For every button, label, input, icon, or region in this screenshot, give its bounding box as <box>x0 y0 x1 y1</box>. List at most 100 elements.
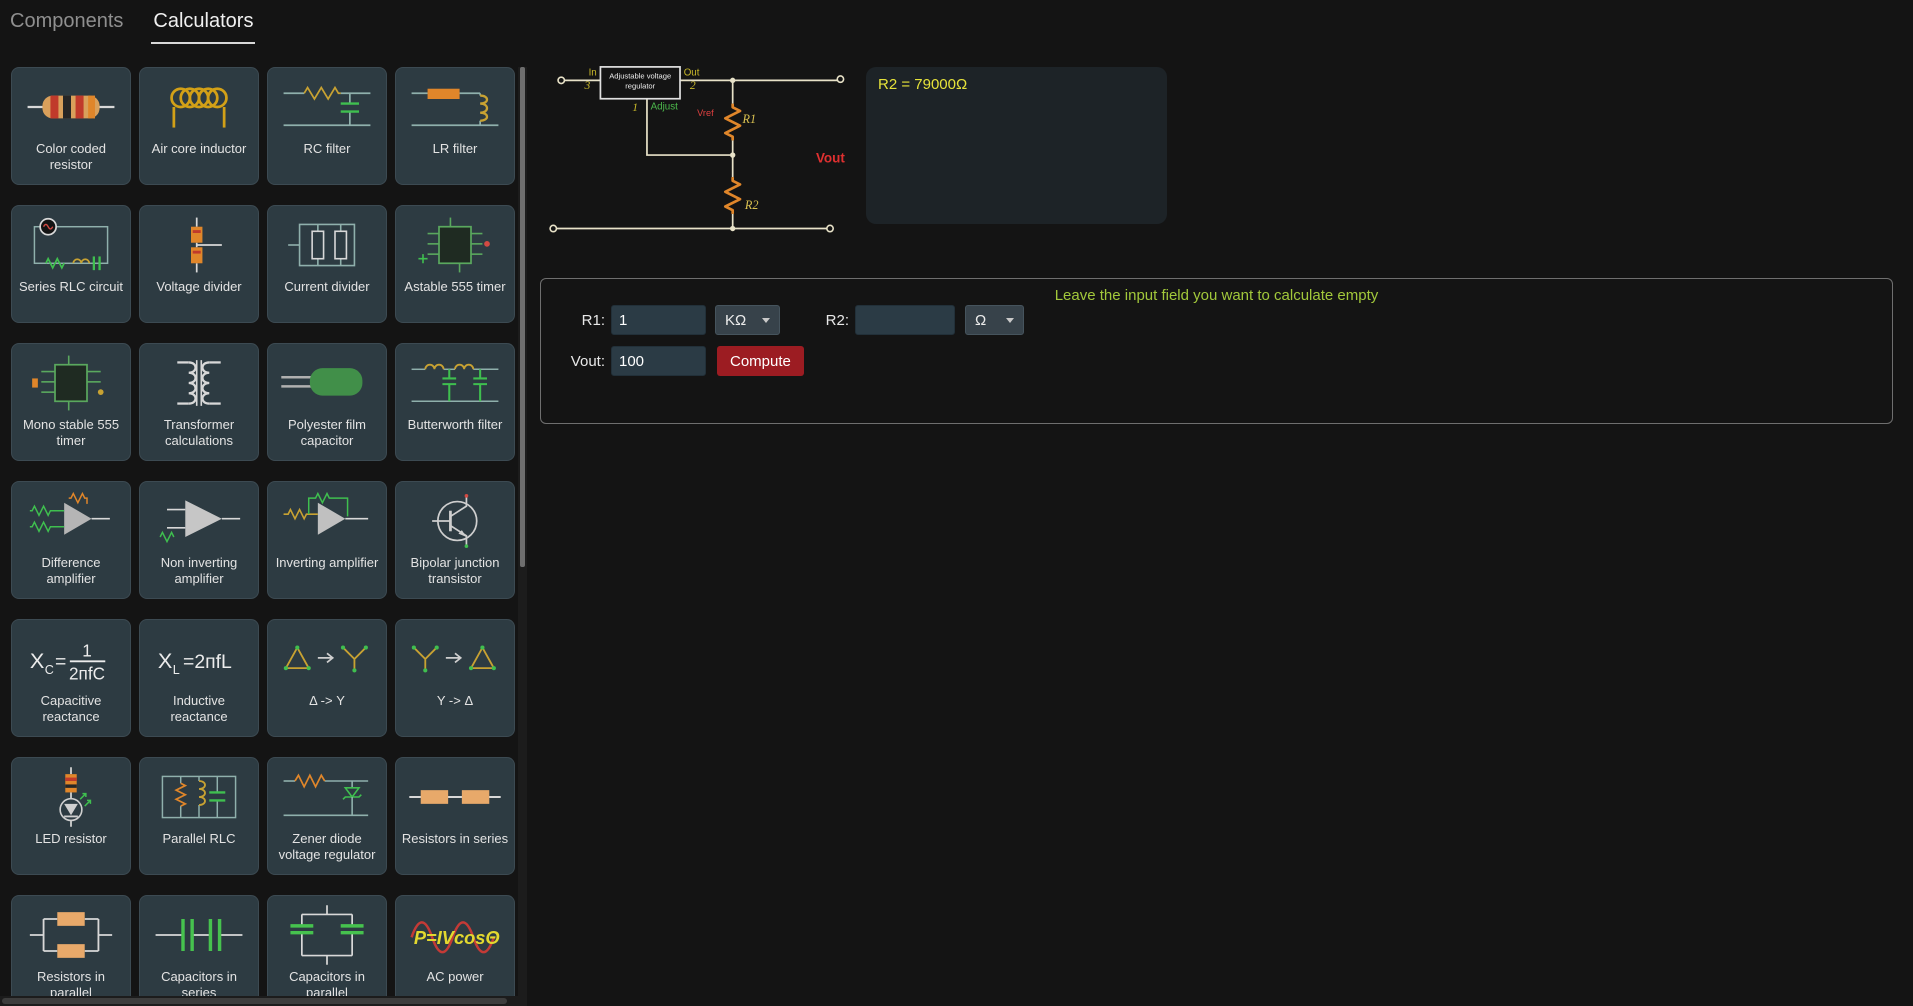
sidebar-vertical-scrollbar[interactable] <box>518 67 527 1006</box>
calculator-card-label: Voltage divider <box>156 279 242 294</box>
vertical-scrollbar-thumb[interactable] <box>520 67 525 567</box>
calculator-card[interactable]: Transformer calculations <box>139 343 259 461</box>
app: { "colors": { "background": "#141414", "… <box>0 0 1913 1006</box>
r2-diagram-label: R2 <box>744 198 759 212</box>
parallel-rlc-icon <box>149 765 249 829</box>
calculator-card[interactable]: Color coded resistor <box>11 67 131 185</box>
series-rlc-circuit-icon <box>21 213 121 277</box>
calculator-card[interactable]: Capacitors in series <box>139 895 259 1006</box>
calculator-card-label: RC filter <box>303 141 351 156</box>
r2-label: R2: <box>825 311 849 329</box>
pin-adjust-label: Adjust <box>651 102 678 113</box>
calculator-card[interactable]: P=IVcosΘ AC power <box>395 895 515 1006</box>
calculator-card-label: Parallel RLC <box>162 831 236 846</box>
wires <box>556 79 838 230</box>
svg-text:1: 1 <box>82 641 92 661</box>
capacitors-in-series-icon <box>149 903 249 967</box>
calculator-card[interactable]: Capacitors in parallel <box>267 895 387 1006</box>
junction-dot <box>729 77 736 84</box>
y-to-delta-icon <box>405 627 505 691</box>
calculator-card-label: Butterworth filter <box>407 417 503 432</box>
transformer-calculations-icon <box>149 351 249 415</box>
zener-diode-voltage-regulator-icon <box>277 765 377 829</box>
r2-input[interactable] <box>855 305 955 335</box>
r2-unit-select[interactable]: Ω <box>965 305 1024 335</box>
resistors-in-parallel-icon <box>21 903 121 967</box>
tab-bar: Components Calculators <box>8 10 256 44</box>
calculator-card-label: Mono stable 555 timer <box>22 417 120 448</box>
calculator-card[interactable]: Astable 555 timer <box>395 205 515 323</box>
capacitive-reactance-formula-icon: X C = 1 2пfC <box>21 627 121 691</box>
calculator-card-label: Current divider <box>284 279 370 294</box>
butterworth-filter-icon <box>405 351 505 415</box>
terminal-out-bottom <box>826 224 834 233</box>
calculator-card-label: LR filter <box>432 141 478 156</box>
calculator-card[interactable]: Polyester film capacitor <box>267 343 387 461</box>
result-output-box: R2 = 79000Ω <box>866 67 1167 224</box>
bipolar-junction-transistor-icon <box>405 489 505 553</box>
delta-to-y-icon <box>277 627 377 691</box>
calculator-card[interactable]: Y -> Δ <box>395 619 515 737</box>
svg-text:=2пfL: =2пfL <box>183 651 232 673</box>
vout-field-label: Vout: <box>570 352 605 370</box>
junction-dot <box>729 152 736 158</box>
calculator-card[interactable]: Resistors in series <box>395 757 515 875</box>
calculator-card[interactable]: Non inverting amplifier <box>139 481 259 599</box>
regulator-box-label-line2: regulator <box>625 81 655 90</box>
capacitors-in-parallel-icon <box>277 903 377 967</box>
calculator-card[interactable]: RC filter <box>267 67 387 185</box>
calculator-card-label: Air core inductor <box>151 141 247 156</box>
calculator-card[interactable]: X L =2пfL Inductive reactance <box>139 619 259 737</box>
vout-input[interactable] <box>611 346 706 376</box>
calculator-grid: Color coded resistor Air core inductor RC … <box>11 67 515 1006</box>
calculator-card-label: Capacitive reactance <box>40 693 102 724</box>
regulator-box-label-line1: Adjustable voltage <box>609 72 671 81</box>
calculator-card-label: Δ -> Y <box>309 693 345 708</box>
calculator-card[interactable]: Butterworth filter <box>395 343 515 461</box>
calculator-card[interactable]: Series RLC circuit <box>11 205 131 323</box>
mono-stable-555-timer-icon <box>21 351 121 415</box>
pin-out-label: Out <box>684 67 700 78</box>
r2-unit-label: Ω <box>975 311 987 329</box>
astable-555-timer-icon <box>405 213 505 277</box>
horizontal-scrollbar-thumb[interactable] <box>2 998 507 1004</box>
r1-diagram-label: R1 <box>741 112 756 126</box>
calculator-card[interactable]: Resistors in parallel <box>11 895 131 1006</box>
calculator-card[interactable]: Δ -> Y <box>267 619 387 737</box>
calculator-card-label: Astable 555 timer <box>404 279 506 294</box>
calculator-card[interactable]: Inverting amplifier <box>267 481 387 599</box>
sidebar-horizontal-scrollbar[interactable] <box>0 996 518 1006</box>
non-inverting-amplifier-icon <box>149 489 249 553</box>
calculator-card[interactable]: Mono stable 555 timer <box>11 343 131 461</box>
calculator-card[interactable]: Voltage divider <box>139 205 259 323</box>
calculator-card[interactable]: Difference amplifier <box>11 481 131 599</box>
calculator-card[interactable]: Zener diode voltage regulator <box>267 757 387 875</box>
tab-components[interactable]: Components <box>8 10 125 44</box>
pin-in-label: In <box>589 67 597 78</box>
calculator-card-label: Polyester film capacitor <box>287 417 367 448</box>
r1-label: R1: <box>581 311 605 329</box>
calculator-card[interactable]: Current divider <box>267 205 387 323</box>
tab-calculators[interactable]: Calculators <box>151 10 256 44</box>
calculator-card[interactable]: X C = 1 2пfC Capacitive reactance <box>11 619 131 737</box>
calculator-card[interactable]: Air core inductor <box>139 67 259 185</box>
calculator-card-label: Series RLC circuit <box>18 279 124 294</box>
chevron-down-icon <box>1006 317 1014 323</box>
compute-button[interactable]: Compute <box>717 346 804 376</box>
r1-input[interactable] <box>611 305 706 335</box>
calculator-card[interactable]: Bipolar junction transistor <box>395 481 515 599</box>
resistors-in-series-icon <box>405 765 505 829</box>
svg-text:X: X <box>30 648 45 673</box>
calculator-card[interactable]: LED resistor <box>11 757 131 875</box>
r1-unit-select[interactable]: KΩ <box>715 305 780 335</box>
calculator-card[interactable]: Parallel RLC <box>139 757 259 875</box>
ac-power-formula-icon: P=IVcosΘ <box>405 903 505 967</box>
vout-label: Vout <box>816 150 845 165</box>
terminal-out-top <box>836 75 845 84</box>
vref-label: Vref <box>697 108 714 118</box>
calculator-card-label: Resistors in series <box>401 831 509 846</box>
calculator-card[interactable]: LR filter <box>395 67 515 185</box>
r1-unit-label: KΩ <box>725 311 747 329</box>
result-text: R2 = 79000Ω <box>878 76 968 93</box>
calculator-card-label: AC power <box>426 969 484 984</box>
